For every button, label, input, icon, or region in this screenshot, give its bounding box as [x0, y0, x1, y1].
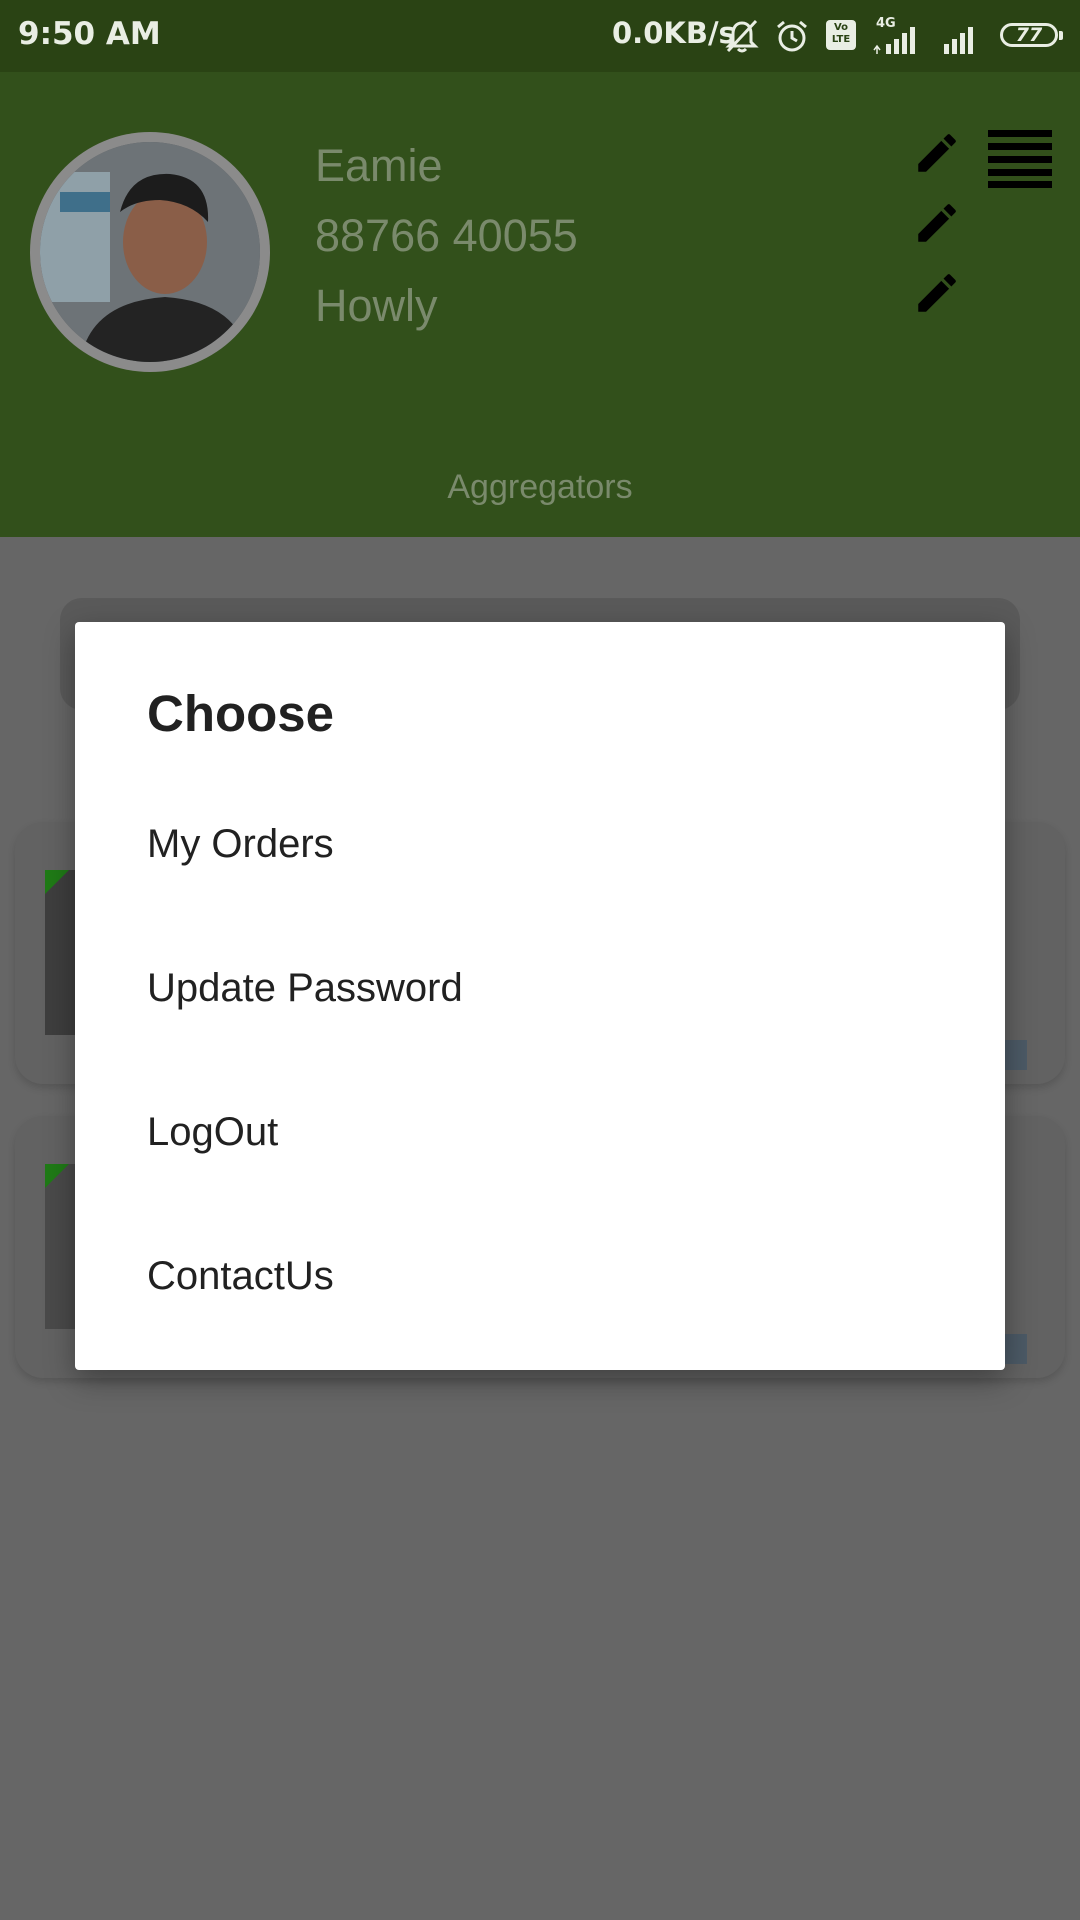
- alarm-icon: [777, 20, 807, 52]
- profile-name: Eamie: [315, 140, 443, 191]
- profile-phone: 88766 40055: [315, 210, 578, 261]
- aggregators-label[interactable]: Aggregators: [0, 468, 1080, 507]
- dialog-item-contact-us[interactable]: ContactUs: [75, 1204, 1005, 1348]
- signal-icon: [944, 27, 973, 54]
- dialog-item-my-orders[interactable]: My Orders: [75, 772, 1005, 916]
- profile-location: Howly: [315, 280, 438, 331]
- status-time: 9:50 AM: [18, 16, 161, 52]
- list-item-tag: [1003, 1040, 1027, 1070]
- network-speed: 0.0KB/s: [612, 16, 736, 50]
- corner-badge: [45, 870, 69, 894]
- avatar-photo: [40, 142, 260, 362]
- volte-icon: Vo LTE: [826, 20, 856, 50]
- avatar[interactable]: [30, 132, 270, 372]
- menu-icon[interactable]: [988, 130, 1052, 188]
- edit-location-pencil-icon[interactable]: [912, 268, 962, 318]
- signal-icon: [873, 27, 915, 54]
- choose-dialog: Choose My Orders Update Password LogOut …: [75, 622, 1005, 1370]
- dialog-item-update-password[interactable]: Update Password: [75, 916, 1005, 1060]
- list-item-tag: [1003, 1334, 1027, 1364]
- dialog-title: Choose: [147, 685, 335, 742]
- mute-notifications-icon: [725, 19, 759, 53]
- corner-badge: [45, 1164, 69, 1188]
- status-bar: 9:50 AM 0.0KB/s Vo LTE 4G 77: [0, 0, 1080, 72]
- edit-phone-pencil-icon[interactable]: [912, 198, 962, 248]
- profile-header: Eamie 88766 40055 Howly Aggregators: [0, 72, 1080, 537]
- edit-name-pencil-icon[interactable]: [912, 128, 962, 178]
- battery-icon: 77: [1000, 23, 1063, 47]
- dialog-item-logout[interactable]: LogOut: [75, 1060, 1005, 1204]
